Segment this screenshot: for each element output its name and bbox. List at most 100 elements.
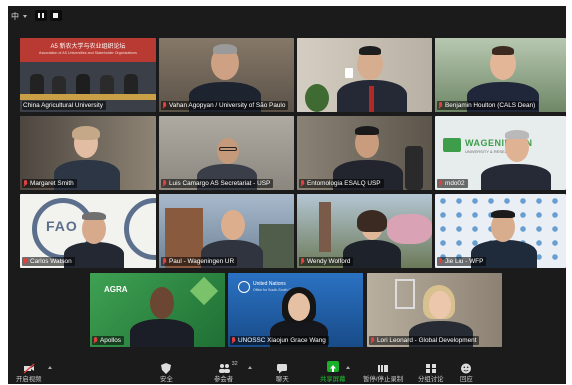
- building: [259, 224, 294, 268]
- participant-name-label: mdo02: [437, 179, 468, 188]
- chevron-up-icon[interactable]: [248, 366, 252, 369]
- attendee: [124, 74, 138, 96]
- video-tile-margaret-smith[interactable]: Margaret Smith: [20, 116, 156, 190]
- participants-icon: 32: [218, 361, 238, 373]
- muted-mic-icon: [162, 180, 167, 187]
- video-tile-wendy-wolford[interactable]: Wendy Wolford: [297, 194, 432, 268]
- participant-name-label: Entomologia ESALQ USP: [299, 179, 384, 188]
- stop-recording-icon[interactable]: [50, 10, 62, 21]
- video-tile-benjamin-houlton[interactable]: Benjamin Houlton (CALS Dean): [435, 38, 566, 112]
- muted-mic-icon: [438, 258, 443, 265]
- muted-mic-icon: [300, 258, 305, 265]
- plant: [305, 84, 329, 112]
- person-silhouette: [481, 164, 551, 190]
- video-tile-carlos-watson[interactable]: FAO Carlos Watson: [20, 194, 156, 268]
- breakout-rooms-button[interactable]: 分组讨论: [418, 361, 444, 383]
- smiley-icon: [460, 361, 472, 374]
- video-tile-luis-camargo[interactable]: Luis Camargo AS Secretariat - USP: [159, 116, 294, 190]
- meeting-toolbar: 开启视频 安全 32 参会者 聊天 共享屏幕 暂停/停止录制 分组讨论 回应: [8, 359, 566, 384]
- video-tile-unossc-xiaojun-grace-wang[interactable]: United Nations Office for South-South Co…: [228, 273, 363, 347]
- chair: [405, 146, 423, 190]
- banner-subtitle: Association of AS Universities and Stake…: [39, 51, 137, 55]
- hair: [359, 46, 381, 55]
- person-head: [217, 138, 239, 164]
- hair: [355, 126, 379, 135]
- pause-stop-recording-button[interactable]: 暂停/停止录制: [363, 361, 403, 383]
- video-tile-paul-wageningen[interactable]: Paul - Wageningen UR: [159, 194, 294, 268]
- muted-mic-icon: [438, 180, 443, 187]
- chevron-up-icon[interactable]: [346, 366, 350, 369]
- attendee: [52, 76, 66, 96]
- conference-banner: A5 新农大学与农业组织论坛 Association of AS Univers…: [20, 38, 156, 62]
- participant-name-label: Lori Leonard - Global Development: [369, 336, 480, 345]
- fao-wheel-logo: [124, 198, 156, 260]
- hair: [491, 210, 515, 218]
- person-head: [150, 287, 174, 319]
- person-head: [288, 293, 310, 321]
- banner-title: A5 新农大学与农业组织论坛: [50, 44, 126, 50]
- person-head: [221, 210, 245, 240]
- video-tile-jie-liu-wfp[interactable]: Jie Liu - WFP: [435, 194, 566, 268]
- video-tile-vahan-agopyan[interactable]: Vahan Agopyan / University of São Paulo: [159, 38, 294, 112]
- person-silhouette: [130, 319, 194, 347]
- video-tile-lori-leonard[interactable]: Lori Leonard - Global Development: [367, 273, 502, 347]
- chat-icon: [276, 361, 288, 374]
- attendee: [76, 74, 90, 96]
- hair: [72, 126, 100, 140]
- video-tile-entomologia-esalq[interactable]: Entomologia ESALQ USP: [297, 116, 432, 190]
- tie: [369, 86, 374, 112]
- chevron-down-icon[interactable]: [23, 15, 27, 18]
- hair: [82, 212, 106, 220]
- hair: [492, 46, 514, 55]
- clock-tower: [319, 202, 331, 252]
- video-tile-mdo02[interactable]: WAGENINGEN UNIVERSITY & RESEARCH mdo02: [435, 116, 566, 190]
- participant-name-label: Apollos: [92, 336, 124, 345]
- start-video-button[interactable]: 开启视频: [16, 361, 42, 383]
- flower-row: [20, 94, 156, 100]
- participant-name-label: Margaret Smith: [22, 179, 77, 188]
- video-tile-apollos[interactable]: AGRA Apollos: [90, 273, 225, 347]
- person-head: [429, 291, 451, 319]
- share-screen-button[interactable]: 共享屏幕: [320, 361, 346, 383]
- share-screen-icon: [326, 361, 339, 372]
- un-logo-text: United Nations: [253, 281, 286, 287]
- glasses: [219, 147, 237, 151]
- trees: [387, 214, 432, 244]
- window-frame: [395, 279, 415, 309]
- muted-mic-icon: [23, 258, 28, 265]
- recording-controls-icon: [377, 361, 389, 372]
- muted-mic-icon: [162, 102, 167, 109]
- video-off-icon: [23, 361, 35, 374]
- muted-mic-icon: [300, 180, 305, 187]
- pause-recording-icon[interactable]: [35, 10, 47, 21]
- participant-name-label: China Agricultural University: [22, 101, 106, 110]
- language-indicator[interactable]: 中: [11, 11, 19, 22]
- un-emblem: [238, 281, 250, 293]
- participant-name-label: UNOSSC Xiaojun Grace Wang: [230, 336, 329, 345]
- participant-name-label: Carlos Watson: [22, 257, 75, 266]
- muted-mic-icon: [438, 102, 443, 109]
- participant-name-label: Paul - Wageningen UR: [161, 257, 238, 266]
- video-tile-participant[interactable]: [297, 38, 432, 112]
- chat-button[interactable]: 聊天: [276, 361, 289, 383]
- participant-name-label: Wendy Wolford: [299, 257, 354, 266]
- security-button[interactable]: 安全: [160, 361, 173, 383]
- participants-button[interactable]: 32 参会者: [214, 361, 238, 383]
- video-tile-china-agricultural-university[interactable]: A5 新农大学与农业组织论坛 Association of AS Univers…: [20, 38, 156, 112]
- shield-icon: [160, 361, 172, 374]
- top-bar: 中: [8, 6, 566, 28]
- participant-name-label: Jie Liu - WFP: [437, 257, 487, 266]
- coffee-cup: [345, 68, 353, 78]
- participant-count: 32: [231, 361, 238, 367]
- reactions-button[interactable]: 回应: [460, 361, 473, 383]
- muted-mic-icon: [231, 337, 236, 344]
- muted-mic-icon: [162, 258, 167, 265]
- hair: [213, 44, 237, 54]
- participant-name-label: Benjamin Houlton (CALS Dean): [437, 101, 539, 110]
- participant-name-label: Luis Camargo AS Secretariat - USP: [161, 179, 274, 188]
- muted-mic-icon: [370, 337, 375, 344]
- chevron-up-icon[interactable]: [48, 366, 52, 369]
- attendee: [30, 74, 44, 96]
- agra-logo-text: AGRA: [104, 285, 128, 294]
- zoom-window: 中 A5 新农大学与农业组织论坛 Association of AS Unive…: [8, 6, 566, 384]
